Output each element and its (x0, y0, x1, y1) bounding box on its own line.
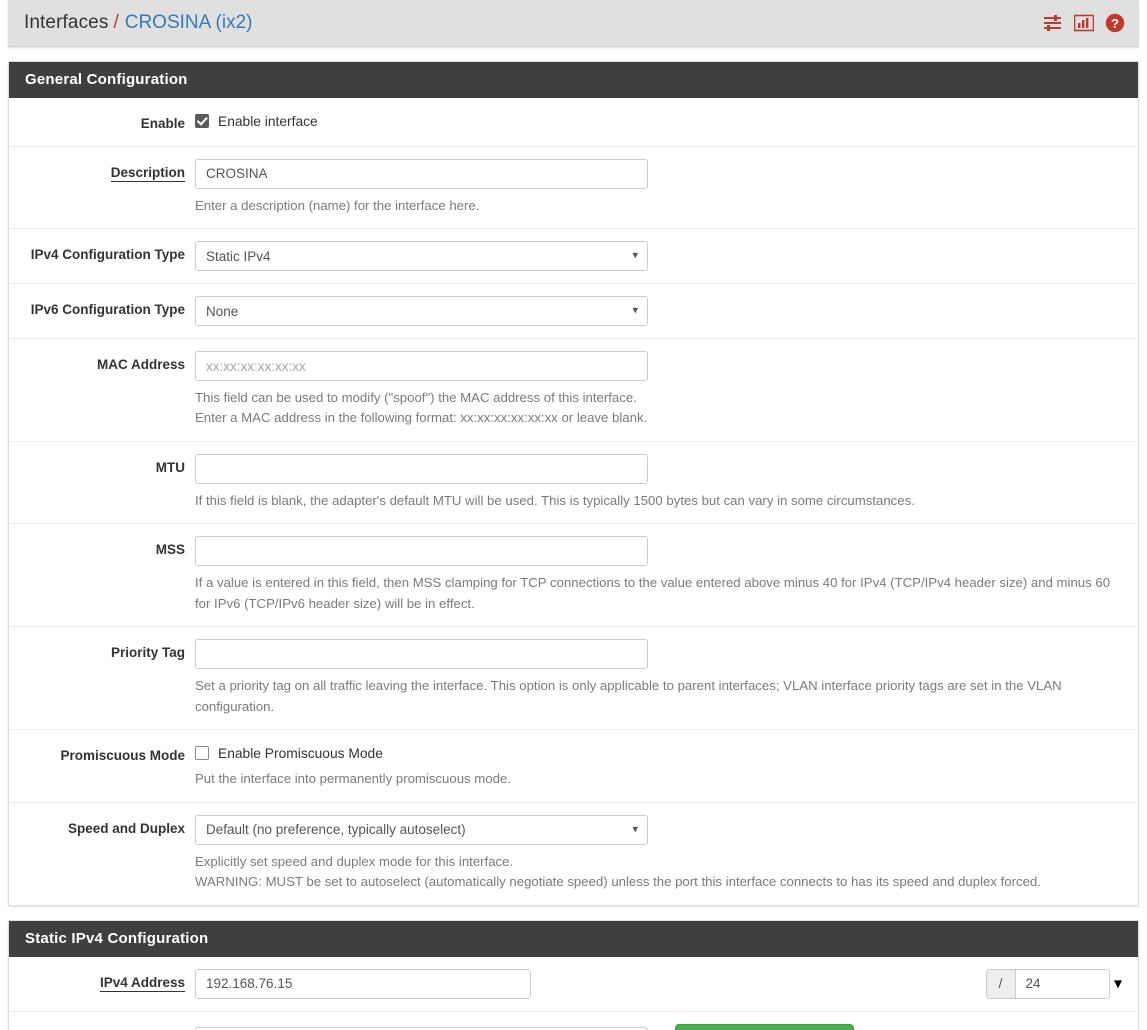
label-promiscuous-mode: Promiscuous Mode (60, 748, 185, 764)
label-ipv4-upstream-gateway: IPv4 Upstream gateway (9, 1024, 195, 1030)
description-input[interactable] (195, 158, 648, 189)
subnet-mask-group: / 24 ▾ (985, 968, 1122, 999)
mac-address-help-line2: Enter a MAC address in the following for… (195, 410, 648, 426)
label-ipv4-address: IPv4 Address (99, 974, 185, 992)
label-ipv4-config-type: IPv4 Configuration Type (30, 247, 185, 263)
speed-duplex-select-wrap: Default (no preference, typically autose… (195, 814, 648, 845)
row-ipv4-address: IPv4 Address / 24 (9, 957, 1138, 1012)
row-speed-duplex: Speed and Duplex Default (no preference,… (9, 803, 1138, 905)
description-help: Enter a description (name) for the inter… (195, 197, 480, 213)
breadcrumb-current[interactable]: CROSINA (ix2) (125, 12, 253, 34)
ctrl-ipv4-config-type: Static IPv4 ▾ (195, 241, 1138, 272)
breadcrumb-root[interactable]: Interfaces (24, 12, 108, 34)
general-configuration-title: General Configuration (9, 62, 1138, 98)
row-mtu: MTU If this field is blank, the adapter'… (9, 442, 1138, 525)
sliders-icon[interactable] (1043, 14, 1063, 32)
page-root: Interfaces / CROSINA (ix2) ? General Con… (0, 0, 1147, 1030)
ctrl-promiscuous-mode: Enable Promiscuous Mode Put the interfac… (195, 742, 1138, 789)
mac-address-input[interactable] (195, 351, 648, 382)
row-priority-tag: Priority Tag Set a priority tag on all t… (9, 627, 1138, 731)
mss-help: If a value is entered in this field, the… (195, 575, 1111, 611)
ctrl-ipv4-upstream-gateway: CROSINA_GW4 - 192.168.76.254 ▾ ✚ Add a n… (195, 1023, 1138, 1030)
breadcrumb-separator: / (113, 12, 119, 33)
ipv6-config-type-select-wrap: None ▾ (195, 296, 648, 327)
row-mac-address: MAC Address This field can be used to mo… (9, 339, 1138, 442)
ctrl-ipv4-address: / 24 ▾ (195, 968, 1138, 999)
ctrl-priority-tag: Set a priority tag on all traffic leavin… (195, 639, 1138, 717)
add-new-gateway-button[interactable]: ✚ Add a new gateway (675, 1023, 854, 1030)
label-priority-tag: Priority Tag (110, 645, 185, 661)
promiscuous-mode-label: Enable Promiscuous Mode (218, 745, 383, 761)
row-ipv6-config-type: IPv6 Configuration Type None ▾ (9, 284, 1138, 340)
speed-duplex-help: Explicitly set speed and duplex mode for… (195, 852, 1122, 893)
mac-address-help-line1: This field can be used to modify ("spoof… (195, 390, 637, 406)
svg-text:?: ? (1111, 16, 1119, 31)
row-ipv4-upstream-gateway: IPv4 Upstream gateway CROSINA_GW4 - 192.… (9, 1012, 1138, 1030)
label-ipv6-config-type: IPv6 Configuration Type (30, 302, 185, 318)
gateway-line: CROSINA_GW4 - 192.168.76.254 ▾ ✚ Add a n… (195, 1023, 1122, 1030)
subnet-mask-select[interactable]: 24 (1014, 968, 1110, 999)
label-description: Description (110, 164, 185, 182)
row-mss: MSS If a value is entered in this field,… (9, 524, 1138, 628)
priority-tag-help: Set a priority tag on all traffic leavin… (195, 678, 1062, 714)
ipv4-config-type-select[interactable]: Static IPv4 (195, 241, 648, 272)
label-speed-duplex: Speed and Duplex (67, 820, 185, 836)
upstream-gateway-select[interactable]: CROSINA_GW4 - 192.168.76.254 (195, 1026, 648, 1030)
ctrl-mss: If a value is entered in this field, the… (195, 536, 1138, 614)
promiscuous-mode-checkbox[interactable] (195, 746, 209, 761)
static-ipv4-configuration-panel: Static IPv4 Configuration IPv4 Address / (8, 919, 1139, 1030)
bar-chart-icon[interactable] (1074, 14, 1094, 32)
ipv6-config-type-select[interactable]: None (195, 296, 648, 327)
ctrl-description: Enter a description (name) for the inter… (195, 158, 1138, 216)
mac-address-help: This field can be used to modify ("spoof… (195, 388, 1122, 429)
ctrl-ipv6-config-type: None ▾ (195, 296, 1138, 327)
ipv4-address-line: / 24 ▾ (195, 968, 1122, 999)
row-ipv4-config-type: IPv4 Configuration Type Static IPv4 ▾ (9, 229, 1138, 285)
chevron-down-icon: ▾ (1113, 975, 1122, 993)
general-configuration-panel: General Configuration Enable Enable inte… (8, 61, 1139, 906)
ctrl-mtu: If this field is blank, the adapter's de… (195, 453, 1138, 511)
ctrl-mac-address: This field can be used to modify ("spoof… (195, 351, 1138, 429)
subnet-mask-prefix: / (985, 968, 1015, 999)
mtu-input[interactable] (195, 453, 648, 484)
speed-duplex-select[interactable]: Default (no preference, typically autose… (195, 814, 648, 845)
priority-tag-input[interactable] (195, 639, 648, 670)
upstream-gateway-select-wrap: CROSINA_GW4 - 192.168.76.254 ▾ (195, 1026, 648, 1030)
enable-interface-label: Enable interface (218, 113, 318, 129)
speed-duplex-help-line2: WARNING: MUST be set to autoselect (auto… (195, 874, 1041, 890)
enable-interface-checkbox[interactable] (195, 114, 209, 128)
ipv4-address-input-wrap (195, 968, 531, 999)
breadcrumb-icon-group: ? (1043, 13, 1125, 33)
promiscuous-mode-help: Put the interface into permanently promi… (195, 771, 511, 787)
general-configuration-body: Enable Enable interface Description Ente… (9, 98, 1138, 905)
speed-duplex-help-line1: Explicitly set speed and duplex mode for… (195, 853, 514, 869)
ctrl-speed-duplex: Default (no preference, typically autose… (195, 814, 1138, 893)
subnet-mask-select-wrap: 24 ▾ (1014, 968, 1122, 999)
label-enable: Enable (140, 116, 185, 131)
breadcrumb-bar: Interfaces / CROSINA (ix2) ? (8, 0, 1139, 47)
static-ipv4-configuration-body: IPv4 Address / 24 (9, 957, 1138, 1030)
enable-interface-checkbox-row[interactable]: Enable interface (195, 110, 1122, 130)
row-enable: Enable Enable interface (9, 98, 1138, 147)
label-mac-address: MAC Address (96, 357, 185, 373)
static-ipv4-configuration-title: Static IPv4 Configuration (9, 920, 1138, 957)
ctrl-enable: Enable interface (195, 110, 1138, 134)
help-circle-icon[interactable]: ? (1105, 13, 1125, 33)
label-mtu: MTU (155, 459, 185, 475)
mtu-help: If this field is blank, the adapter's de… (195, 492, 915, 508)
ipv4-config-type-select-wrap: Static IPv4 ▾ (195, 241, 648, 272)
ipv4-address-input[interactable] (195, 968, 531, 999)
row-description: Description Enter a description (name) f… (9, 147, 1138, 230)
promiscuous-mode-checkbox-row[interactable]: Enable Promiscuous Mode (195, 742, 1122, 762)
label-mss: MSS (155, 542, 185, 558)
mss-input[interactable] (195, 536, 648, 567)
row-promiscuous-mode: Promiscuous Mode Enable Promiscuous Mode… (9, 730, 1138, 803)
